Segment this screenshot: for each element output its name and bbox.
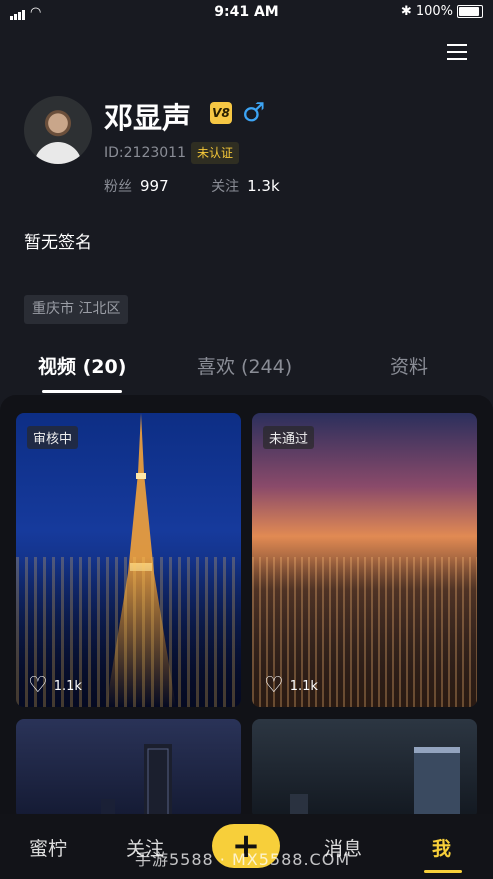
avatar[interactable] [24, 96, 92, 164]
profile-name: 邓显声 [104, 101, 192, 135]
status-bar: ◠ 9:41 AM ✱ 100% [0, 0, 493, 26]
gender-male-icon: ♂ [242, 98, 266, 128]
fans-stat[interactable]: 粉丝 997 [104, 177, 169, 195]
battery-icon [457, 5, 483, 18]
video-likes: ♡ 1.1k [264, 673, 318, 698]
tab-profile-info[interactable]: 资料 [390, 352, 428, 379]
tab-videos[interactable]: 视频 (20) [38, 352, 126, 379]
content-tabs: 视频 (20) 喜欢 (244) 资料 [0, 352, 493, 393]
video-likes: ♡ 1.1k [28, 673, 82, 698]
battery-percent: 100% [415, 4, 453, 19]
user-id: ID:2123011 [104, 145, 186, 161]
menu-icon[interactable] [447, 44, 467, 60]
watermark: 手游5588 · MX5588.COM [135, 850, 351, 869]
location-tag: 重庆市 江北区 [24, 295, 129, 324]
active-nav-indicator [424, 870, 462, 873]
status-right: ✱ 100% [401, 4, 483, 19]
skyscraper-image [290, 747, 460, 819]
video-card[interactable] [252, 719, 477, 819]
video-card[interactable]: 审核中 ♡ 1.1k [16, 413, 241, 707]
video-status-label: 审核中 [27, 426, 79, 449]
bluetooth-icon: ✱ [400, 4, 412, 19]
nav-item-home[interactable]: 蜜柠 [29, 834, 67, 861]
nav-item-me[interactable]: 我 [432, 834, 451, 861]
following-stat[interactable]: 关注 1.3k [211, 177, 280, 195]
skyscraper-image [101, 744, 172, 819]
heart-icon: ♡ [28, 673, 48, 698]
video-card[interactable] [16, 719, 241, 819]
active-tab-indicator [42, 390, 122, 393]
verify-status-badge[interactable]: 未认证 [191, 142, 240, 164]
signature: 暂无签名 [24, 233, 92, 253]
heart-icon: ♡ [264, 673, 284, 698]
video-status-label: 未通过 [263, 426, 315, 449]
video-card[interactable]: 未通过 ♡ 1.1k [252, 413, 477, 707]
vip-badge-icon: V8 [210, 102, 232, 124]
tab-likes[interactable]: 喜欢 (244) [197, 352, 292, 379]
profile-stats: 粉丝 997 关注 1.3k [104, 176, 280, 196]
